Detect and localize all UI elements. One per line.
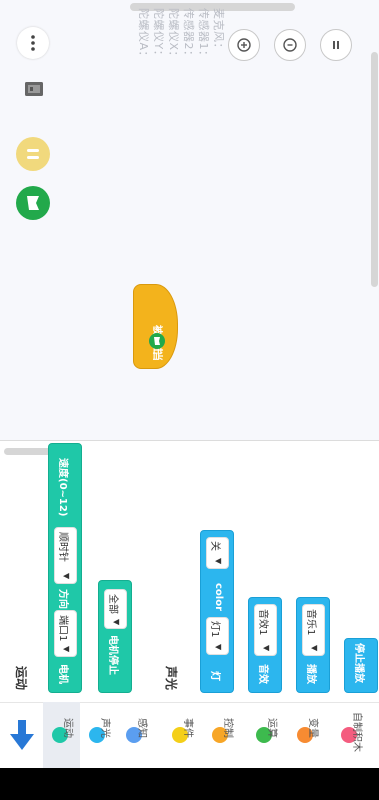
category-operators[interactable]: 运算 (247, 702, 284, 768)
motor-stop-block[interactable]: 全部 ▼ 电机停止 (98, 580, 132, 693)
category-sensing[interactable]: 感知 (117, 702, 154, 768)
stop-lines-icon (27, 149, 39, 159)
motor-stop-dropdown[interactable]: 全部 ▼ (104, 589, 127, 629)
light-state-dropdown[interactable]: 关 ▼ (206, 537, 229, 569)
category-events-label: 事件 (182, 718, 193, 738)
sensor-2: 传感器2： (182, 8, 195, 62)
green-flag-button[interactable] (16, 186, 50, 220)
pause-button[interactable] (320, 29, 352, 61)
motor-label: 电机 (57, 664, 68, 684)
more-vertical-icon (31, 35, 35, 51)
play-music-block[interactable]: 音乐1 ▼ 播放 (296, 597, 330, 693)
sensor-mic: 麦克风： (212, 8, 225, 54)
stop-play-block[interactable]: 停止播放 (344, 638, 378, 693)
chevron-down-icon: ▼ (62, 573, 71, 580)
collapse-palette-button[interactable] (8, 718, 36, 752)
chevron-down-icon: ▼ (214, 644, 223, 651)
chevron-down-icon: ▼ (262, 645, 271, 652)
sound-effect-dropdown[interactable]: 音效1 ▼ (254, 604, 277, 656)
system-navigation-bar (0, 768, 379, 800)
chevron-down-icon: ▼ (62, 646, 71, 653)
motor-direction-label: 方向 (57, 589, 68, 609)
light-label: 灯 (209, 671, 220, 681)
motor-port-dropdown[interactable]: 端口1 ▼ (54, 610, 77, 657)
pause-icon (333, 41, 339, 49)
hat-flag-icon (149, 333, 165, 349)
sound-effect-block[interactable]: 音效1 ▼ 音效 (248, 597, 282, 693)
arrow-down-icon (10, 720, 34, 750)
sound-effect-label: 音效 (257, 664, 268, 684)
category-control-label: 控制 (222, 718, 233, 738)
sensor-1: 传感器1： (197, 8, 210, 62)
chevron-down-icon: ▼ (310, 645, 319, 652)
play-music-dropdown[interactable]: 音乐1 ▼ (302, 604, 325, 656)
light-color-block[interactable]: 关 ▼ color 灯1 ▼ 灯 (200, 530, 234, 693)
category-events[interactable]: 事件 (163, 702, 200, 768)
category-motion-label: 运动 (62, 718, 73, 738)
code-workspace[interactable]: 麦克风： 传感器1： 传感器2： 陀螺仪X： 陀螺仪Y： 陀螺仪A： 被点击 (0, 0, 379, 440)
zoom-in-icon (237, 38, 251, 52)
sound-effect-value: 音效1 (257, 609, 268, 636)
motor-stop-label: 电机停止 (107, 635, 118, 675)
more-menu-button[interactable] (17, 27, 49, 59)
flag-icon (27, 196, 39, 210)
gyro-y: 陀螺仪Y： (152, 8, 165, 62)
motor-direction-value: 顺时针 (57, 532, 68, 562)
motor-speed-label: 速度(0~12) (57, 458, 68, 517)
palette-section-motion: 运动 (14, 666, 28, 691)
play-music-label: 播放 (305, 664, 316, 684)
category-my-blocks[interactable]: 自制积木 (332, 702, 369, 768)
device-icon (25, 82, 43, 96)
light-lamp-value: 灯1 (209, 621, 220, 638)
device-button[interactable] (24, 80, 44, 98)
category-motion[interactable]: 运动 (43, 702, 80, 768)
hat-block-prefix: 当 (151, 351, 162, 361)
category-sound-light-label: 声光 (99, 718, 110, 738)
motor-stop-value: 全部 (107, 594, 118, 614)
motor-run-block[interactable]: 速度(0~12) 顺时针 ▼ 方向 端口1 ▼ 电机 (48, 443, 82, 693)
category-my-blocks-label: 自制积木 (351, 712, 362, 752)
play-music-value: 音乐1 (305, 609, 316, 636)
category-sound-light[interactable]: 声光 (80, 702, 117, 768)
category-variables[interactable]: 变量 (288, 702, 325, 768)
chevron-down-icon: ▼ (214, 558, 223, 565)
stop-button[interactable] (16, 137, 50, 171)
zoom-reset-button[interactable] (274, 29, 306, 61)
gyro-a: 陀螺仪A： (137, 8, 150, 63)
stop-play-label: 停止播放 (353, 643, 364, 683)
category-operators-label: 运算 (266, 718, 277, 738)
category-sensing-label: 感知 (136, 718, 147, 738)
zoom-reset-icon (283, 38, 297, 52)
category-control[interactable]: 控制 (203, 702, 240, 768)
motor-direction-dropdown[interactable]: 顺时针 ▼ (54, 527, 77, 584)
workspace-vertical-scrollbar[interactable] (371, 52, 378, 287)
light-lamp-dropdown[interactable]: 灯1 ▼ (206, 617, 229, 655)
chevron-down-icon: ▼ (112, 619, 121, 626)
when-flag-clicked-block[interactable]: 被点击 当 (133, 284, 178, 369)
palette-section-sound-light: 声光 (164, 666, 178, 691)
light-state-value: 关 (209, 541, 220, 551)
light-color-label: color (213, 583, 224, 612)
category-variables-label: 变量 (307, 718, 318, 738)
motor-port-value: 端口1 (57, 615, 68, 642)
gyro-x: 陀螺仪X： (167, 8, 180, 63)
zoom-in-button[interactable] (228, 29, 260, 61)
